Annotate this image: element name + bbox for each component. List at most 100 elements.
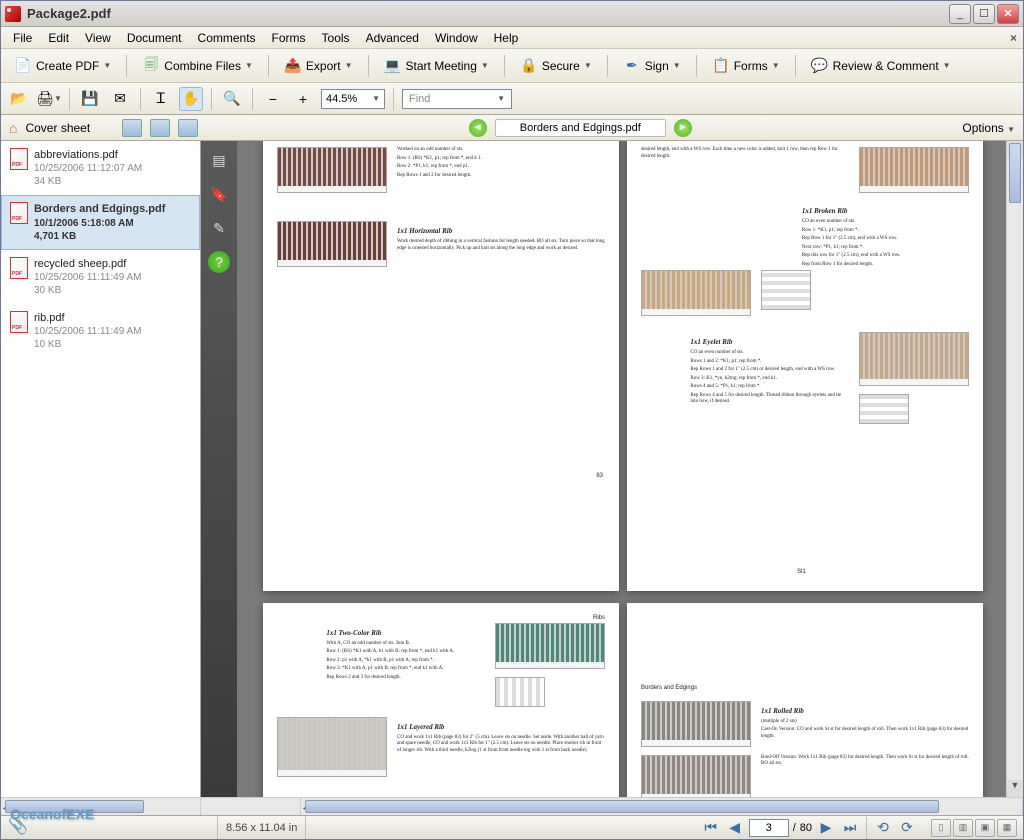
view-mode-3[interactable] [178, 119, 198, 137]
create-pdf-button[interactable]: 📄Create PDF▼ [7, 53, 118, 79]
last-page-button[interactable]: ⏭ [840, 818, 860, 838]
open-button[interactable]: 📂 [7, 87, 31, 111]
swatch-teal [495, 623, 605, 669]
secure-button[interactable]: 🔒Secure▼ [513, 53, 599, 79]
text: Worked on an odd number of sts. [397, 147, 605, 154]
marquee-zoom-button[interactable]: 🔍 [220, 87, 244, 111]
app-icon [5, 6, 21, 22]
combine-icon: 🗐 [142, 57, 160, 75]
pages-panel-icon[interactable]: ▤ [208, 149, 230, 171]
text: Row 1: (RS) *K1, p1; rep from *, end k 1… [397, 156, 605, 163]
zoom-in-button[interactable]: + [291, 87, 315, 111]
hand-tool-button[interactable]: ✋ [179, 87, 203, 111]
document-view[interactable]: Worked on an odd number of sts. Row 1: (… [237, 141, 1023, 797]
menu-tools[interactable]: Tools [314, 29, 358, 47]
text: Row 1: *K1, p1; rep from *. [802, 228, 969, 235]
view-mode-1[interactable] [122, 119, 142, 137]
docview-hscroll[interactable]: ◄ [301, 798, 1023, 815]
sidebar-item-borders[interactable]: Borders and Edgings.pdf 10/1/2006 5:18:0… [1, 195, 200, 249]
secure-label: Secure [542, 59, 580, 73]
export-button[interactable]: 📤Export▼ [277, 53, 360, 79]
content-area: abbreviations.pdf 10/25/2006 11:12:07 AM… [1, 141, 1023, 797]
text: Rep from Row 1 for desired length. [802, 262, 969, 269]
signatures-panel-icon[interactable]: ✎ [208, 217, 230, 239]
prev-doc-button[interactable]: ◄ [469, 119, 487, 137]
next-page-button[interactable]: ▶ [816, 818, 836, 838]
sidebar-item-recycled[interactable]: recycled sheep.pdf 10/25/2006 11:11:49 A… [1, 250, 200, 304]
swatch-darkbrown [277, 221, 387, 267]
scroll-thumb[interactable] [1009, 143, 1021, 203]
nav-panel: ▤ 🔖 ✎ ? [201, 141, 237, 797]
prev-page-button[interactable]: ◀ [725, 818, 745, 838]
menu-advanced[interactable]: Advanced [358, 29, 427, 47]
print-icon: 🖨 [36, 90, 54, 107]
chart-grid [859, 394, 909, 424]
select-tool-button[interactable]: Ꮖ [149, 87, 173, 111]
zoom-out-button[interactable]: − [261, 87, 285, 111]
page-number-input[interactable] [749, 819, 789, 837]
text: Cast-On Version: CO and work St st for d… [761, 727, 969, 740]
page-dimensions: 8.56 x 11.04 in [217, 816, 306, 839]
print-button[interactable]: 🖨▼ [37, 87, 61, 111]
forms-icon: 📋 [712, 57, 730, 75]
review-button[interactable]: 💬Review & Comment▼ [804, 53, 958, 79]
status-seg [201, 798, 301, 815]
navbar: ⌂ Cover sheet ◄ Borders and Edgings.pdf … [1, 115, 1023, 141]
swatch-beige [641, 270, 751, 316]
next-view-button[interactable]: ⟳ [897, 818, 917, 838]
save-button[interactable]: 💾 [78, 87, 102, 111]
menubar-close-icon[interactable]: × [1010, 31, 1017, 45]
start-meeting-button[interactable]: 💻Start Meeting▼ [377, 53, 496, 79]
text: Rows 1 and 2: *K1, p1; rep from *. [690, 359, 849, 366]
sign-button[interactable]: ✒Sign▼ [616, 53, 688, 79]
pdf-icon [10, 148, 28, 170]
email-button[interactable]: ✉ [108, 87, 132, 111]
single-page-view-icon[interactable]: ▯ [931, 819, 951, 837]
help-panel-icon[interactable]: ? [208, 251, 230, 273]
heading: 1x1 Eyelet Rib [690, 338, 849, 347]
file-date: 10/25/2006 11:11:49 AM [34, 325, 142, 338]
vertical-scrollbar[interactable]: ▲ ▼ [1006, 141, 1023, 797]
close-button[interactable]: ✕ [997, 4, 1019, 24]
text: Row 3: K1, *yo, k2tog; rep from *, end k… [690, 376, 849, 383]
two-up-continuous-icon[interactable]: ▦ [997, 819, 1017, 837]
text: Work desired depth of ribbing in a verti… [397, 239, 605, 252]
next-doc-button[interactable]: ► [674, 119, 692, 137]
menu-comments[interactable]: Comments [190, 29, 264, 47]
minimize-button[interactable]: _ [949, 4, 971, 24]
sidebar-item-rib[interactable]: rib.pdf 10/25/2006 11:11:49 AM 10 KB [1, 304, 200, 358]
first-page-button[interactable]: ⏮ [701, 818, 721, 838]
menu-edit[interactable]: Edit [40, 29, 77, 47]
combine-files-button[interactable]: 🗐Combine Files▼ [135, 53, 260, 79]
menu-window[interactable]: Window [427, 29, 486, 47]
zoom-input[interactable]: 44.5%▼ [321, 89, 385, 109]
find-input[interactable]: Find▼ [402, 89, 512, 109]
menu-help[interactable]: Help [486, 29, 527, 47]
page-total: 80 [800, 822, 812, 834]
current-doc-name[interactable]: Borders and Edgings.pdf [495, 119, 666, 137]
maximize-button[interactable]: ☐ [973, 4, 995, 24]
home-icon[interactable]: ⌂ [9, 120, 17, 136]
text: Rep Rows 2 and 3 for desired length. [326, 675, 485, 682]
scroll-down-icon[interactable]: ▼ [1007, 780, 1023, 797]
menu-view[interactable]: View [77, 29, 119, 47]
text: Rep this row for 1" (2.5 cm), end with a… [802, 253, 969, 260]
menu-file[interactable]: File [5, 29, 40, 47]
file-size: 4,701 KB [34, 230, 165, 243]
menu-document[interactable]: Document [119, 29, 190, 47]
text: Rows 4 and 5: *P1, k1; rep from *. [690, 384, 849, 391]
export-icon: 📤 [284, 57, 302, 75]
bookmarks-panel-icon[interactable]: 🔖 [208, 183, 230, 205]
continuous-view-icon[interactable]: ▥ [953, 819, 973, 837]
sidebar-item-abbreviations[interactable]: abbreviations.pdf 10/25/2006 11:12:07 AM… [1, 141, 200, 195]
forms-button[interactable]: 📋Forms▼ [705, 53, 787, 79]
two-up-view-icon[interactable]: ▣ [975, 819, 995, 837]
options-menu[interactable]: Options ▼ [962, 121, 1015, 135]
prev-view-button[interactable]: ⟲ [873, 818, 893, 838]
text: CO an even number of sts. [690, 350, 849, 357]
menu-forms[interactable]: Forms [264, 29, 314, 47]
cover-sheet-link[interactable]: Cover sheet [25, 121, 90, 135]
view-mode-2[interactable] [150, 119, 170, 137]
meeting-label: Start Meeting [406, 59, 477, 73]
text: Rep Row 1 for 1" (2.5 cm), end with a WS… [802, 236, 969, 243]
